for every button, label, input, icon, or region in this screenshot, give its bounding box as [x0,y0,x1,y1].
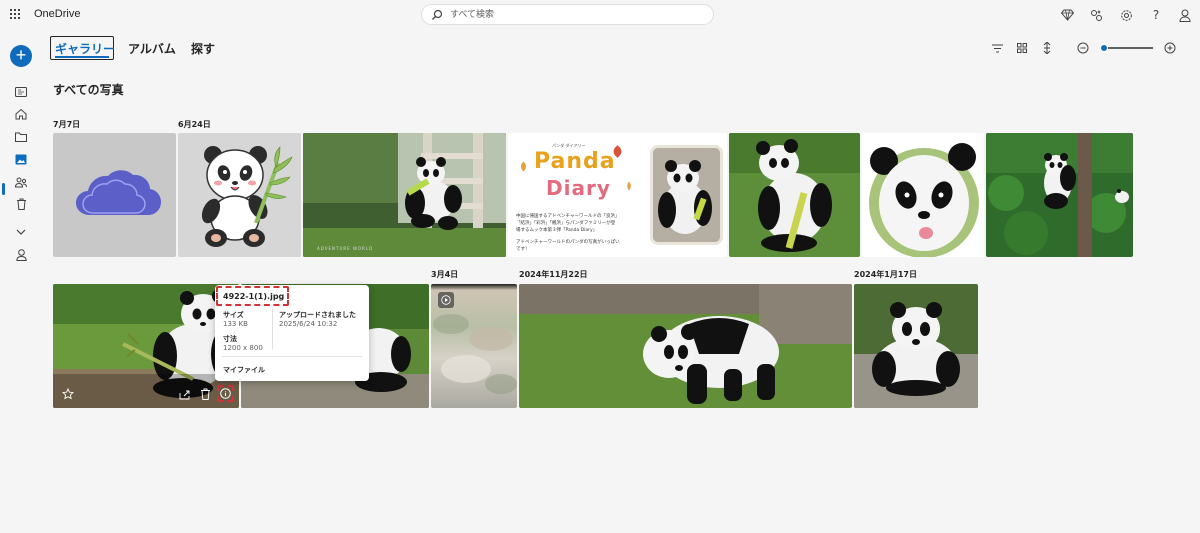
poster-text: 中国に帰国するアドベンチャーワールドの「良浜」 [516,214,620,219]
size-label: サイズ [223,311,244,319]
zoom-in-icon[interactable] [1163,41,1177,55]
panda-photo [854,284,978,408]
photo-panda-eating[interactable] [729,133,860,257]
zoom-slider-track[interactable] [1101,47,1153,49]
recycle-bin-icon[interactable] [13,197,29,211]
layout-grid-icon[interactable] [1015,41,1029,55]
photo-panda-face-circle[interactable] [862,133,984,257]
panda-photo [519,284,852,408]
account-person-icon[interactable] [1177,7,1193,23]
video-thumbnail[interactable] [431,284,517,408]
favorite-star-icon[interactable] [61,387,75,401]
tooltip-filename: 4922-1(1).jpg [216,286,289,306]
poster-text: アドベンチャーワールドのパンダの写真がいっぱい [516,240,620,245]
tooltip-divider [222,356,362,357]
my-files-folder-icon[interactable] [13,130,29,144]
photo-panda-tree[interactable] [986,133,1133,257]
tab-albums-label: アルバム [128,42,176,56]
photos-icon[interactable] [13,152,29,166]
date-label: 2024年11月22日 [519,270,588,279]
size-value: 133 KB [223,320,248,328]
profile-icon[interactable] [13,248,29,262]
panda-photo [986,133,1133,257]
photo-placeholder[interactable] [53,133,176,257]
new-button[interactable]: + [10,45,32,67]
poster-title-diary: Diary [546,176,611,200]
uploaded-value: 2025/6/24 10:32 [279,320,338,328]
photo-panda-lying[interactable] [854,284,978,408]
delete-trash-icon[interactable] [198,387,212,401]
top-bar: OneDrive ? [0,0,1200,30]
dimensions-label: 寸法 [223,335,237,343]
poster-title-panda: Panda [534,149,616,174]
poster-text: 場するムック本第３弾「Panda Diary」 [516,228,598,233]
tab-gallery-label: ギャラリー [55,42,116,56]
help-icon[interactable]: ? [1148,7,1164,23]
photo-panda-illustration[interactable] [178,133,301,257]
photo-watermark: ADVENTURE WORLD [317,246,374,251]
search-icon [432,9,443,20]
date-label: 6月24日 [178,120,211,129]
shared-icon[interactable] [1088,7,1104,23]
sort-vertical-icon[interactable] [1040,41,1054,55]
premium-diamond-icon[interactable] [1059,7,1075,23]
dashboard-icon[interactable] [13,85,29,99]
poster-text: です！ [516,247,530,252]
app-launcher-icon[interactable] [10,9,20,19]
poster-text: 「結浜」「彩浜」「楓浜」らパンダファミリーが登 [516,221,616,226]
tab-explore[interactable]: 探す [187,36,219,60]
panda-photo [869,143,979,257]
people-icon[interactable] [13,175,29,189]
photo-panda-walking[interactable] [519,284,852,408]
active-indicator [2,183,5,195]
panda-illustration [201,146,293,247]
search-input[interactable] [450,8,700,22]
zoom-slider-thumb[interactable] [1099,44,1108,52]
dimensions-value: 1200 x 800 [223,344,263,352]
tab-gallery[interactable]: ギャラリー [50,36,116,60]
tab-albums[interactable]: アルバム [124,36,180,60]
left-nav-rail: + [0,30,42,533]
location-link[interactable]: マイファイル [223,365,265,375]
video-play-icon[interactable] [438,292,454,308]
date-label: 2024年1月17日 [854,270,917,279]
tab-explore-label: 探す [191,42,216,56]
settings-gear-icon[interactable] [1118,7,1134,23]
zoom-out-icon[interactable] [1076,41,1090,55]
share-icon[interactable] [178,387,192,401]
panda-photo [303,133,506,257]
uploaded-label: アップロードされました [279,311,356,319]
app-title[interactable]: OneDrive [34,8,80,20]
panda-photo [729,133,860,257]
photo-panda-sitting[interactable] [53,284,239,408]
chevron-down-icon[interactable] [13,225,29,239]
photo-panda-diary-poster[interactable]: パンダ ダイアリー Panda Diary 中国に帰国するアドベンチャーワールド… [508,133,727,257]
page-title: すべての写真 [53,83,124,97]
search-box[interactable] [421,4,714,25]
date-label: 7月7日 [53,120,81,129]
info-details-icon[interactable] [217,385,234,402]
leaf-icon [518,161,529,172]
file-info-tooltip: 4922-1(1).jpg サイズ 133 KB アップロードされました 202… [215,285,369,381]
photo-panda-climbing-frame[interactable]: ADVENTURE WORLD [303,133,506,257]
cloud-icon [76,170,161,215]
tooltip-column-divider [272,309,273,349]
date-label: 3月4日 [431,270,459,279]
poster-inset-photo [650,145,723,245]
filter-icon[interactable] [990,41,1004,55]
leaf-icon [624,181,634,191]
home-icon[interactable] [13,107,29,121]
